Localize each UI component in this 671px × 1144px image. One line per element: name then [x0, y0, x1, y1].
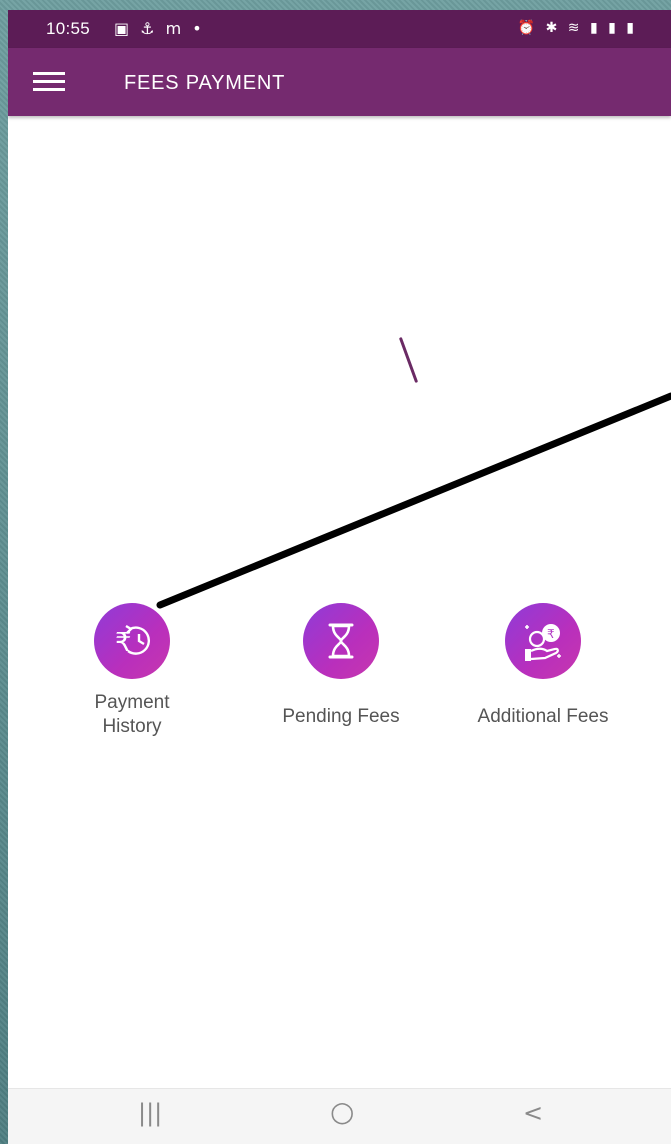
pending-fees-button[interactable]: Pending Fees	[261, 603, 421, 729]
page-title: FEES PAYMENT	[124, 72, 286, 94]
loading-indicator	[398, 336, 419, 384]
payment-history-label: Payment History	[94, 692, 170, 737]
notification-icons: ▣ ⚓ m •	[114, 19, 205, 38]
payment-history-button[interactable]: ₹ Payment History	[68, 603, 196, 739]
status-time: 10:55	[46, 19, 91, 38]
additional-fees-label: Additional Fees	[477, 706, 609, 727]
system-status-icons: ⏰ ✱ ≋ ▮ ▮ ▮	[517, 20, 637, 36]
phone-screen: 10:55 ▣ ⚓ m • ⏰ ✱ ≋ ▮ ▮ ▮ FEES PAYMENT ₹…	[8, 10, 671, 1144]
coins-hand-icon: ₹	[505, 603, 581, 679]
hourglass-icon	[303, 603, 379, 679]
recents-button[interactable]: |||	[138, 1099, 162, 1127]
menu-icon[interactable]	[33, 72, 67, 92]
svg-text:₹: ₹	[547, 627, 555, 641]
system-navigation-bar: ||| ○ <	[8, 1088, 671, 1144]
app-bar: FEES PAYMENT	[8, 48, 671, 116]
back-button[interactable]: <	[523, 1099, 543, 1127]
status-bar: 10:55 ▣ ⚓ m • ⏰ ✱ ≋ ▮ ▮ ▮	[8, 10, 671, 48]
home-button[interactable]: ○	[330, 1095, 354, 1128]
additional-fees-button[interactable]: ₹ Additional Fees	[453, 603, 633, 729]
pending-fees-label: Pending Fees	[282, 706, 400, 727]
rupee-history-icon: ₹	[94, 603, 170, 679]
